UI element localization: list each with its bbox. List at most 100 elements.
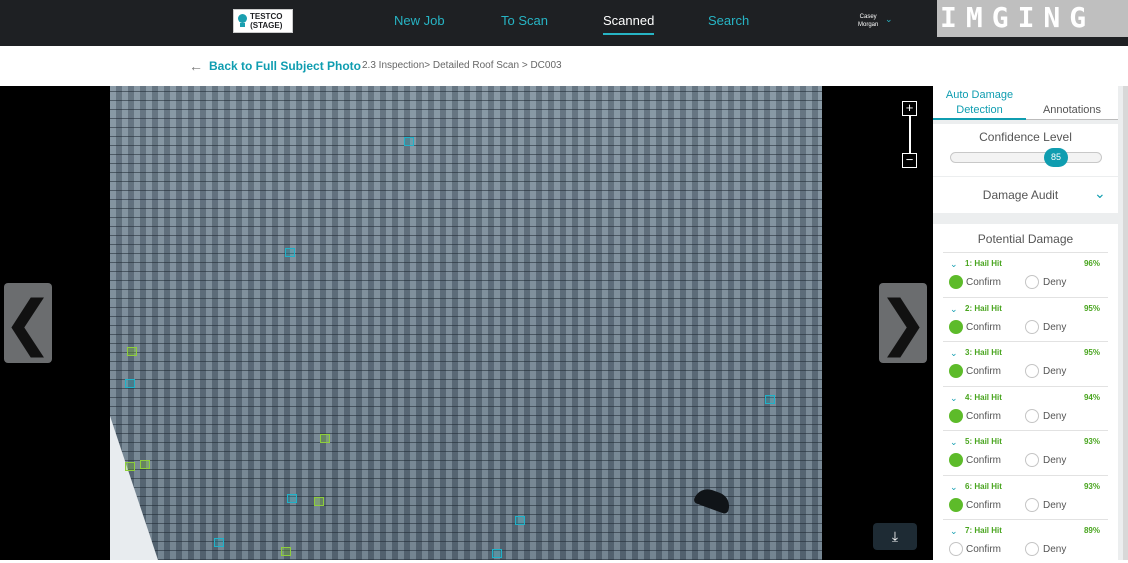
damage-audit-dropdown[interactable]: Damage Audit ⌄ (933, 177, 1118, 213)
damage-item-name[interactable]: 6: Hail Hit (965, 482, 1002, 491)
brand-text: IMGING (940, 1, 1096, 34)
damage-item: ⌄ 2: Hail Hit 95% Confirm Deny (943, 296, 1108, 341)
damage-item-confidence: 93% (1083, 481, 1100, 491)
confirm-label[interactable]: Confirm (966, 500, 1001, 511)
chevron-down-icon[interactable]: ⌄ (950, 304, 958, 315)
deny-radio[interactable] (1025, 453, 1039, 467)
confirm-radio[interactable] (949, 408, 963, 423)
damage-marker[interactable] (515, 516, 525, 525)
damage-item-name[interactable]: 5: Hail Hit (965, 437, 1002, 446)
logo-line1: TESTCO (250, 12, 283, 21)
deny-label[interactable]: Deny (1043, 500, 1066, 511)
chevron-down-icon[interactable]: ⌄ (885, 14, 893, 25)
download-icon[interactable]: ⤓ (873, 523, 917, 550)
chevron-down-icon[interactable]: ⌄ (950, 259, 958, 270)
roof-photo[interactable] (110, 86, 822, 560)
confirm-radio[interactable] (949, 319, 963, 334)
zoom-slider[interactable] (909, 116, 911, 153)
damage-marker[interactable] (127, 347, 137, 356)
confirm-radio[interactable] (949, 542, 963, 556)
deny-radio[interactable] (1025, 497, 1039, 512)
confirm-label[interactable]: Confirm (966, 411, 1001, 422)
nav-to-scan[interactable]: To Scan (501, 13, 548, 28)
deny-label[interactable]: Deny (1043, 322, 1066, 333)
damage-marker[interactable] (125, 462, 135, 471)
back-label: Back to Full Subject Photo (209, 59, 362, 73)
next-image-button[interactable]: ❯ (877, 283, 929, 363)
confirm-radio[interactable] (949, 453, 963, 467)
chevron-down-icon[interactable]: ⌄ (950, 482, 958, 493)
zoom-out-button[interactable]: − (902, 153, 917, 168)
damage-item-name[interactable]: 3: Hail Hit (965, 348, 1002, 357)
panel-scrollbar[interactable] (1123, 86, 1128, 560)
side-panel: Auto Damage Detection Annotations Confid… (933, 86, 1128, 560)
deny-radio[interactable] (1025, 542, 1039, 556)
confirm-label[interactable]: Confirm (966, 455, 1001, 466)
nav-new-job[interactable]: New Job (394, 13, 445, 28)
arrow-left-icon: ← (189, 58, 203, 74)
tab-auto-damage-detection[interactable]: Auto Damage Detection (933, 86, 1026, 120)
potential-damage-list: Potential Damage ⌄ 1: Hail Hit 96% Confirm D… (933, 224, 1118, 560)
damage-item-name[interactable]: 7: Hail Hit (965, 526, 1002, 535)
damage-marker[interactable] (492, 549, 502, 558)
confirm-label[interactable]: Confirm (966, 322, 1001, 333)
breadcrumb-bar: ← Back to Full Subject Photo 2.3 Inspect… (0, 46, 1128, 86)
damage-item-confidence: 95% (1083, 303, 1100, 313)
user-menu[interactable]: Casey Morgan (858, 13, 878, 29)
deny-label[interactable]: Deny (1043, 277, 1066, 288)
nav-scanned[interactable]: Scanned (603, 13, 655, 35)
damage-marker[interactable] (285, 248, 295, 257)
chevron-down-icon[interactable]: ⌄ (1094, 185, 1106, 202)
damage-marker[interactable] (281, 547, 291, 556)
deny-label[interactable]: Deny (1043, 366, 1066, 377)
logo-line2: (STAGE) (250, 21, 283, 30)
deny-label[interactable]: Deny (1043, 544, 1066, 555)
damage-item-name[interactable]: 2: Hail Hit (965, 304, 1002, 313)
nav-search[interactable]: Search (708, 13, 749, 28)
roof-edge (110, 416, 160, 560)
confirm-label[interactable]: Confirm (966, 366, 1001, 377)
damage-marker[interactable] (140, 460, 150, 469)
panel-tabs: Auto Damage Detection Annotations (933, 86, 1118, 120)
tab-annotations[interactable]: Annotations (1026, 86, 1118, 120)
confirm-radio[interactable] (949, 497, 963, 512)
damage-marker[interactable] (765, 395, 775, 404)
damage-marker[interactable] (320, 434, 330, 443)
damage-marker[interactable] (287, 494, 297, 503)
chevron-down-icon[interactable]: ⌄ (950, 526, 958, 537)
tab-auto-line2: Detection (956, 104, 1003, 116)
lightbulb-icon (237, 14, 247, 28)
damage-item-name[interactable]: 1: Hail Hit (965, 259, 1002, 268)
confidence-slider-handle[interactable]: 85 (1044, 148, 1068, 167)
deny-radio[interactable] (1025, 275, 1039, 289)
confirm-radio[interactable] (949, 364, 963, 378)
image-viewer: ❮ ❯ + − ⤓ (0, 86, 933, 560)
deny-radio[interactable] (1025, 408, 1039, 423)
top-nav-bar: TESTCO (STAGE) New Job To Scan Scanned S… (0, 0, 1128, 46)
confirm-radio[interactable] (949, 275, 963, 289)
damage-item-confidence: 89% (1083, 526, 1100, 535)
roof-vent (693, 485, 733, 515)
confirm-label[interactable]: Confirm (966, 277, 1001, 288)
damage-item-name[interactable]: 4: Hail Hit (965, 393, 1002, 402)
prev-image-button[interactable]: ❮ (3, 283, 53, 363)
deny-label[interactable]: Deny (1043, 455, 1066, 466)
deny-radio[interactable] (1025, 319, 1039, 334)
deny-radio[interactable] (1025, 364, 1039, 378)
damage-marker[interactable] (125, 379, 135, 388)
damage-marker[interactable] (214, 538, 224, 547)
company-logo[interactable]: TESTCO (STAGE) (233, 9, 293, 33)
chevron-right-icon: ❯ (877, 288, 929, 358)
damage-marker[interactable] (314, 497, 324, 506)
confirm-label[interactable]: Confirm (966, 544, 1001, 555)
confidence-slider[interactable] (950, 152, 1102, 163)
chevron-down-icon[interactable]: ⌄ (950, 348, 958, 359)
back-link[interactable]: ← Back to Full Subject Photo (189, 58, 361, 74)
chevron-down-icon[interactable]: ⌄ (950, 393, 958, 404)
damage-audit-label: Damage Audit (982, 188, 1059, 202)
damage-marker[interactable] (404, 137, 414, 146)
user-first-name: Casey (859, 14, 877, 20)
deny-label[interactable]: Deny (1043, 411, 1066, 422)
zoom-in-button[interactable]: + (902, 101, 917, 116)
chevron-down-icon[interactable]: ⌄ (950, 437, 958, 448)
